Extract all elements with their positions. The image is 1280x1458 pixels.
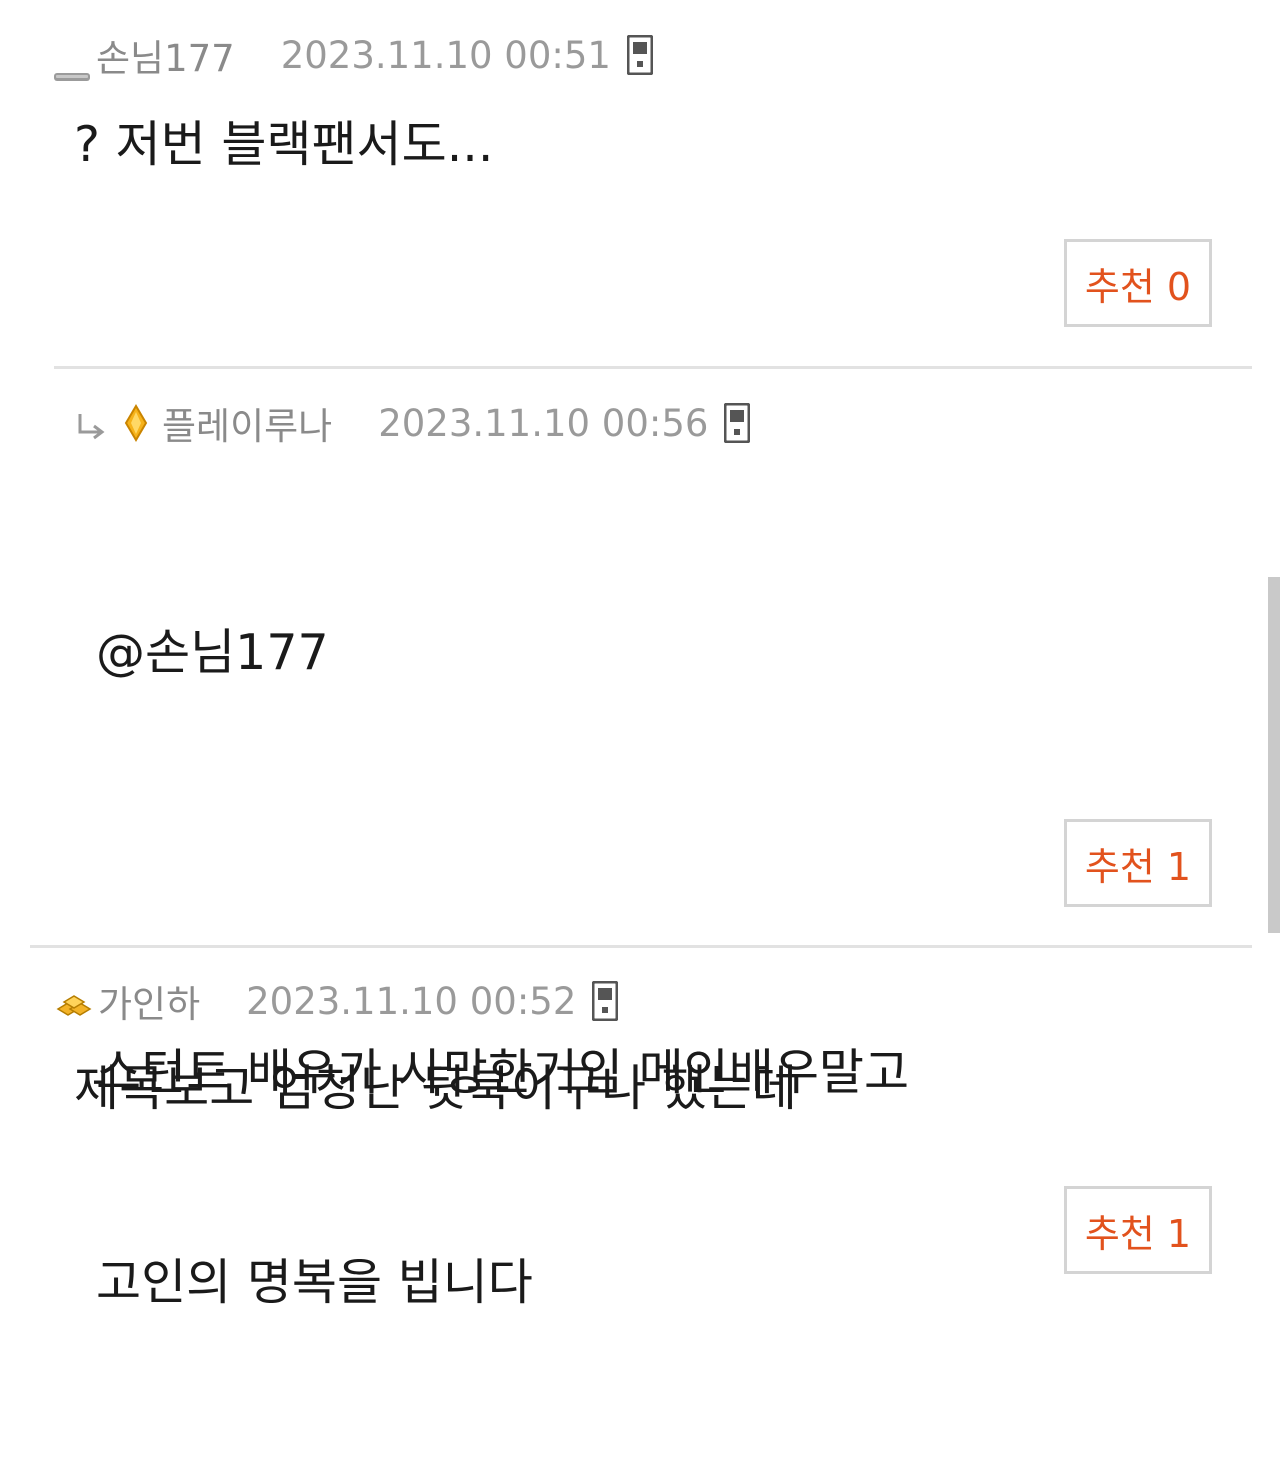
- comment-body: 제목보고 엄청난 뒷북이구나 했는데: [74, 1060, 797, 1117]
- reply-arrow-icon: [76, 408, 106, 440]
- recommend-button[interactable]: 추천 1: [1064, 1186, 1212, 1274]
- gold-diamond-level-icon: [124, 404, 148, 442]
- divider: [54, 366, 1252, 369]
- mobile-icon: [591, 980, 619, 1022]
- mobile-icon: [723, 402, 751, 444]
- comment-date: 2023.11.10 00:56: [378, 401, 709, 445]
- comment-date: 2023.11.10 00:52: [246, 979, 577, 1023]
- comment-meta: 플레이루나 2023.11.10 00:56: [76, 396, 751, 450]
- comment-body: @손님177 스턴트 배우가 사망한거임 메인배우말고 고인의 명복을 빕니다: [96, 478, 909, 1458]
- recommend-button[interactable]: 추천 1: [1064, 819, 1212, 907]
- comment-author[interactable]: 가인하: [98, 974, 200, 1028]
- comment-body-line: [96, 828, 909, 898]
- comment-body-line: 고인의 명복을 빕니다: [96, 1254, 533, 1311]
- mobile-icon: [626, 34, 654, 76]
- comment-author[interactable]: 손님177: [96, 28, 235, 82]
- comment-meta: 손님177 2023.11.10 00:51: [54, 28, 654, 82]
- recommend-button[interactable]: 추천 0: [1064, 239, 1212, 327]
- comment-body: ? 저번 블랙팬서도...: [74, 116, 494, 173]
- comment-meta: 가인하 2023.11.10 00:52: [56, 974, 619, 1028]
- guest-level-icon: [54, 49, 90, 81]
- scrollbar[interactable]: [1268, 577, 1280, 933]
- comment-body-line: @손님177: [96, 624, 329, 681]
- gold-bars-level-icon: [56, 987, 92, 1016]
- comment-date: 2023.11.10 00:51: [280, 33, 611, 77]
- comment-author[interactable]: 플레이루나: [162, 396, 332, 450]
- divider: [30, 945, 1252, 948]
